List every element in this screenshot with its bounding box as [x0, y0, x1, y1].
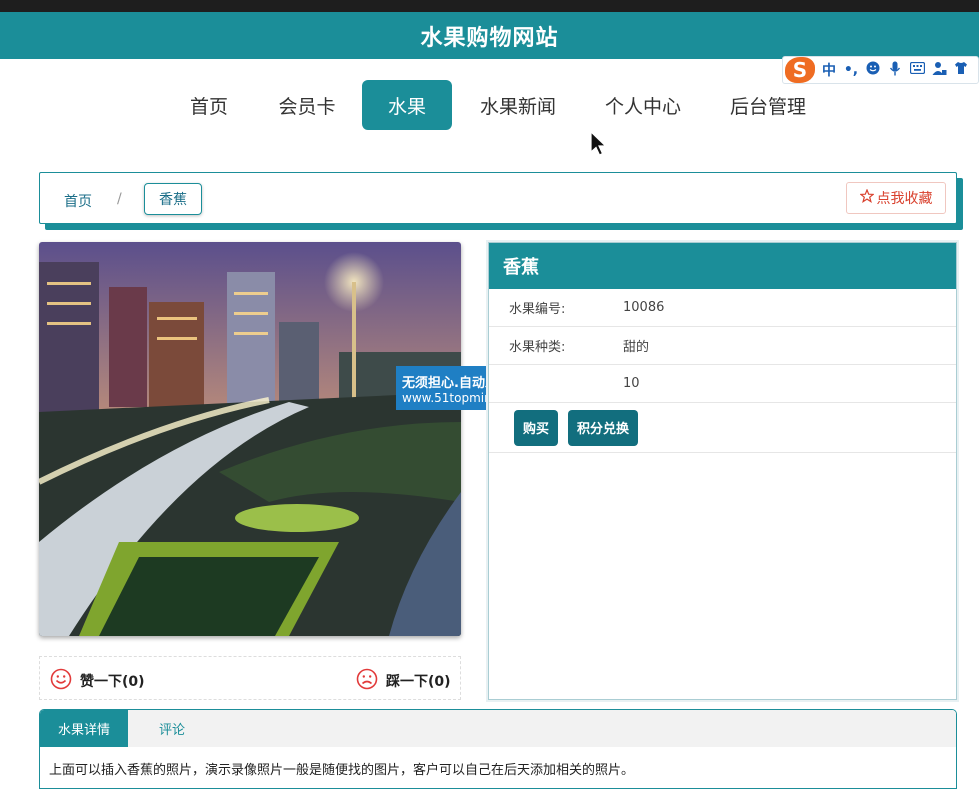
favorite-button[interactable]: 点我收藏	[846, 182, 946, 214]
product-name: 香蕉	[489, 243, 956, 289]
info-row: 水果编号: 10086	[489, 289, 956, 327]
breadcrumb-current: 香蕉	[144, 183, 202, 215]
tab-content-text: 上面可以插入香蕉的照片，演示录像照片一般是随便找的图片，客户可以自己在后天添加相…	[49, 763, 635, 778]
product-image	[39, 242, 461, 636]
microphone-icon[interactable]	[887, 61, 903, 80]
like-button[interactable]: 赞一下(0)	[50, 668, 145, 694]
nav-item-user-center[interactable]: 个人中心	[598, 80, 688, 130]
vote-panel: 赞一下(0) 踩一下(0)	[39, 656, 461, 700]
site-header: 水果购物网站	[0, 12, 979, 59]
window-top-strip	[0, 0, 979, 12]
emoji-icon[interactable]	[865, 61, 881, 79]
info-label: 水果编号:	[509, 302, 566, 317]
like-label: 赞一下(0)	[80, 674, 145, 690]
ime-punctuation-toggle[interactable]: •,	[843, 62, 859, 78]
main-nav: 首页 会员卡 水果 水果新闻 个人中心 后台管理	[0, 80, 979, 132]
info-value: 10086	[623, 300, 665, 315]
user-account-icon[interactable]	[931, 61, 947, 80]
dislike-button[interactable]: 踩一下(0)	[356, 668, 451, 694]
star-icon	[858, 188, 875, 207]
ime-language-toggle[interactable]: 中	[821, 60, 837, 80]
breadcrumb-home-link[interactable]: 首页	[64, 191, 92, 211]
breadcrumb-separator: /	[117, 191, 122, 207]
nav-item-fruit[interactable]: 水果	[362, 80, 452, 130]
info-row: 10	[489, 365, 956, 403]
keyboard-icon[interactable]	[909, 61, 925, 78]
breadcrumb: 首页 / 香蕉 点我收藏	[39, 172, 957, 224]
dislike-label: 踩一下(0)	[386, 674, 451, 690]
action-buttons: 购买 积分兑换	[489, 403, 956, 453]
info-value: 10	[623, 376, 640, 391]
nav-item-fruit-news[interactable]: 水果新闻	[474, 80, 562, 130]
info-value: 甜的	[623, 340, 650, 355]
site-title: 水果购物网站	[420, 25, 559, 51]
info-label: 水果种类:	[509, 340, 566, 355]
smile-icon	[50, 668, 72, 694]
tab-fruit-details[interactable]: 水果详情	[40, 710, 128, 747]
tab-comments[interactable]: 评论	[128, 710, 216, 747]
points-exchange-button[interactable]: 积分兑换	[568, 409, 639, 446]
nav-item-home[interactable]: 首页	[176, 80, 242, 130]
frown-icon	[356, 668, 378, 694]
info-row: 水果种类: 甜的	[489, 327, 956, 365]
skin-shirt-icon[interactable]	[953, 61, 969, 79]
nav-item-member-card[interactable]: 会员卡	[270, 80, 344, 130]
product-info-panel: 香蕉 水果编号: 10086 水果种类: 甜的 10 购买 积分兑换	[488, 242, 957, 700]
detail-tabs: 水果详情 评论 上面可以插入香蕉的照片，演示录像照片一般是随便找的图片，客户可以…	[39, 709, 957, 789]
favorite-label: 点我收藏	[876, 191, 933, 207]
nav-item-admin[interactable]: 后台管理	[722, 80, 814, 130]
buy-button[interactable]: 购买	[514, 409, 559, 446]
